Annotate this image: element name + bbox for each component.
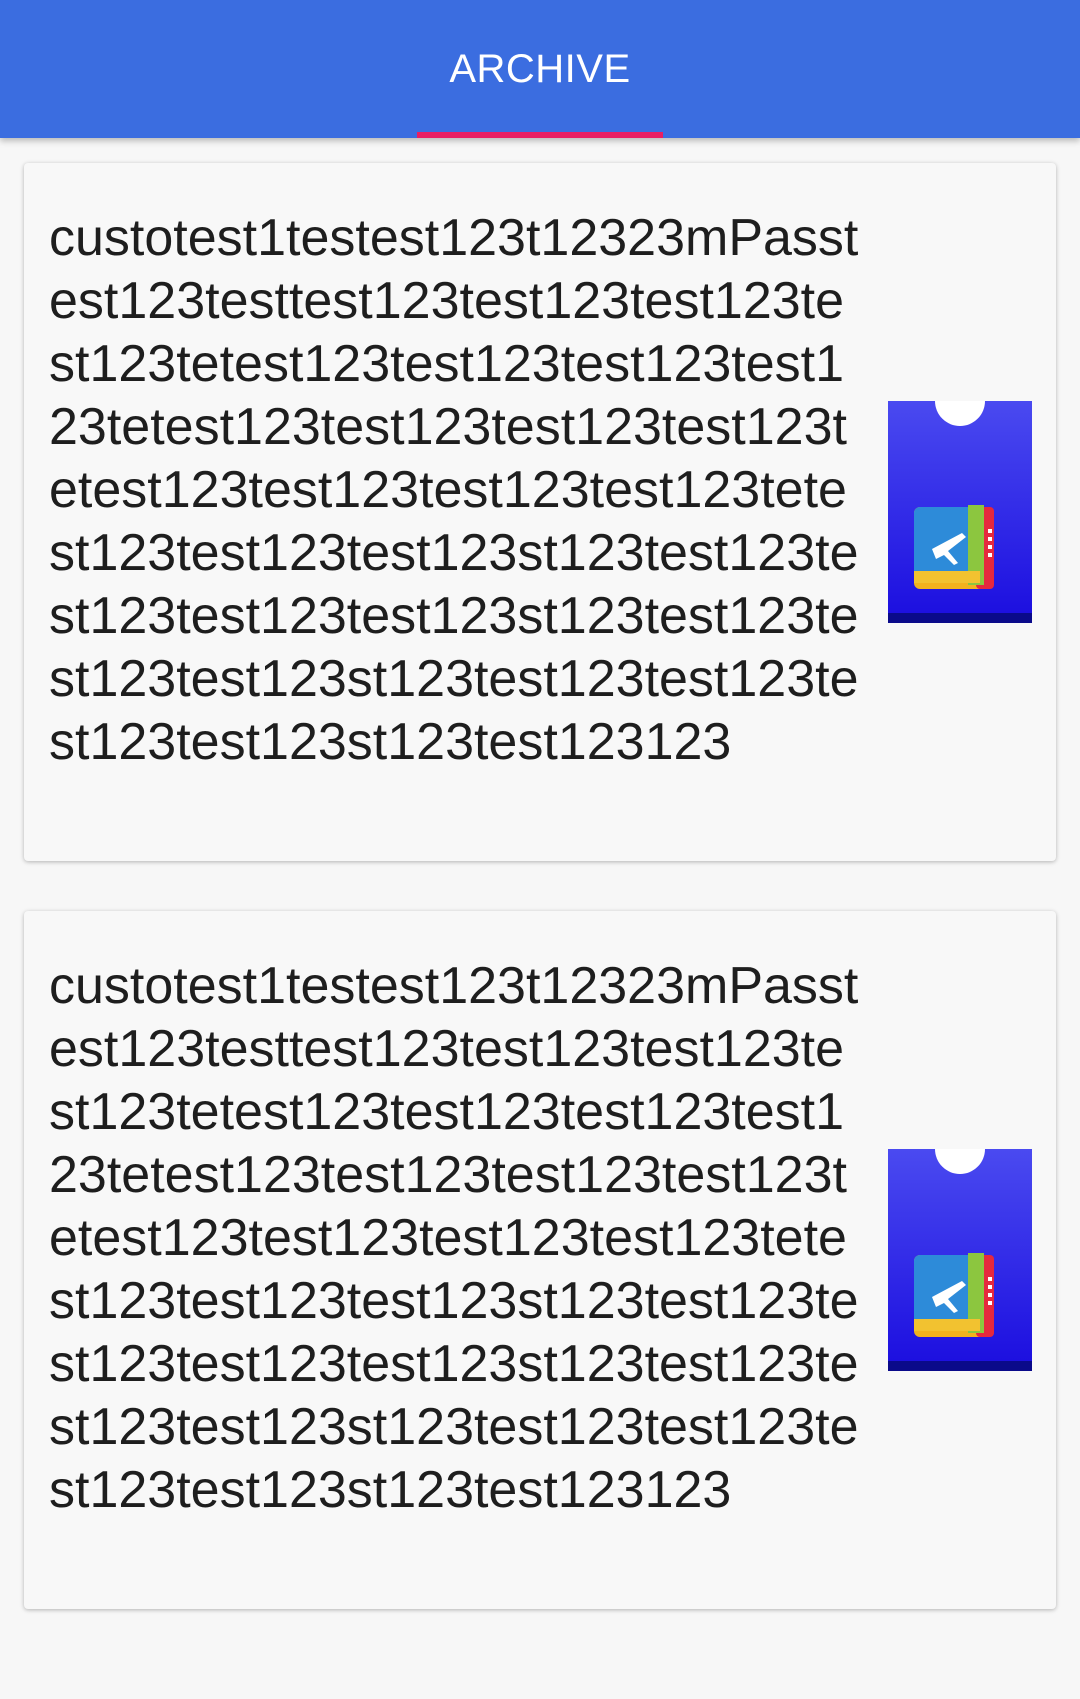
boarding-pass-airplane-icon [888,401,1032,623]
boarding-pass-airplane-icon [888,1149,1032,1371]
pass-title: custotest1testest123t12323mPasstest123te… [49,209,859,771]
tab-indicator [417,132,663,138]
pass-title: custotest1testest123t12323mPasstest123te… [49,957,859,1519]
app-bar: ARCHIVE [0,0,1080,138]
pass-card[interactable]: custotest1testest123t12323mPasstest123te… [24,163,1056,861]
tab-archive[interactable]: ARCHIVE [417,0,663,138]
pass-card[interactable]: custotest1testest123t12323mPasstest123te… [24,911,1056,1609]
